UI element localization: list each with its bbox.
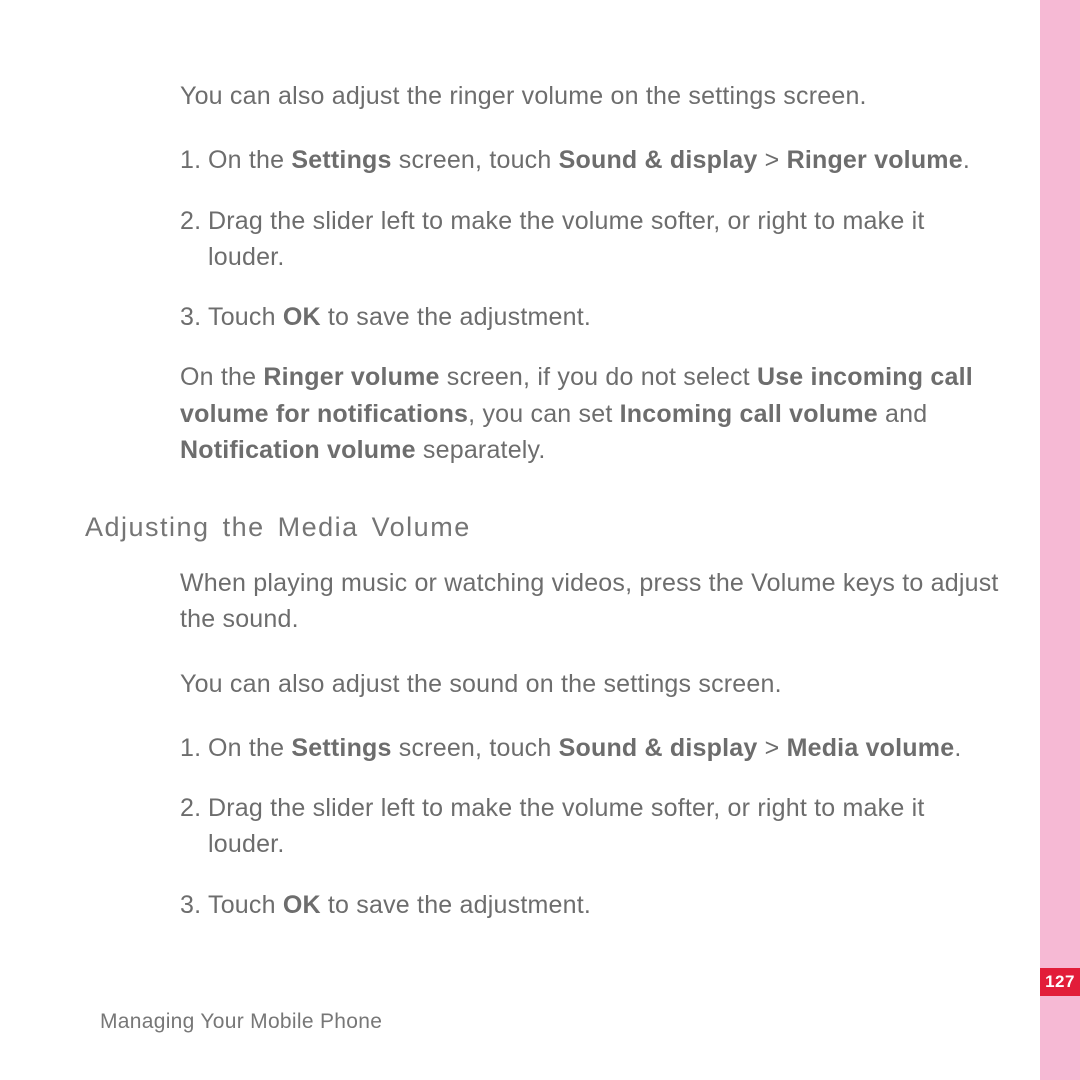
text: and (878, 400, 927, 428)
intro-paragraph-2: When playing music or watching videos, p… (180, 565, 1005, 638)
text: On the (208, 734, 291, 762)
page-content: You can also adjust the ringer volume on… (85, 78, 1005, 947)
footer-text: Managing Your Mobile Phone (100, 1010, 382, 1034)
step-b3: 3. Touch OK to save the adjustment. (180, 887, 1005, 923)
bold-sound-display: Sound & display (559, 734, 758, 762)
intro-paragraph-3: You can also adjust the sound on the set… (180, 666, 1005, 702)
step-number: 2. (180, 203, 208, 276)
step-number: 1. (180, 142, 208, 178)
text: , you can set (468, 400, 620, 428)
step-body: Drag the slider left to make the volume … (208, 203, 1005, 276)
bold-media-volume: Media volume (787, 734, 955, 762)
step-body: Touch OK to save the adjustment. (208, 887, 1005, 923)
step-number: 1. (180, 730, 208, 766)
step-number: 2. (180, 790, 208, 863)
step-a3: 3. Touch OK to save the adjustment. (180, 299, 1005, 335)
bold-ringer-volume: Ringer volume (787, 146, 963, 174)
step-body: On the Settings screen, touch Sound & di… (208, 142, 1005, 178)
step-body: On the Settings screen, touch Sound & di… (208, 730, 1005, 766)
step-number: 3. (180, 299, 208, 335)
bold-notification-volume: Notification volume (180, 436, 416, 464)
text: . (963, 146, 970, 174)
text: to save the adjustment. (321, 891, 591, 919)
text: > (757, 146, 786, 174)
text: screen, touch (392, 734, 559, 762)
step-body: Drag the slider left to make the volume … (208, 790, 1005, 863)
bold-sound-display: Sound & display (559, 146, 758, 174)
note-paragraph: On the Ringer volume screen, if you do n… (180, 359, 1005, 468)
text: to save the adjustment. (321, 303, 591, 331)
text: Touch (208, 891, 283, 919)
text: Touch (208, 303, 283, 331)
text: On the (208, 146, 291, 174)
intro-paragraph-1: You can also adjust the ringer volume on… (180, 78, 1005, 114)
step-number: 3. (180, 887, 208, 923)
page-number-badge: 127 (1040, 968, 1080, 996)
text: screen, touch (392, 146, 559, 174)
text: . (954, 734, 961, 762)
text: separately. (416, 436, 546, 464)
bold-ok: OK (283, 891, 321, 919)
step-a1: 1. On the Settings screen, touch Sound &… (180, 142, 1005, 178)
bold-ringer-volume: Ringer volume (263, 363, 439, 391)
step-b1: 1. On the Settings screen, touch Sound &… (180, 730, 1005, 766)
bold-settings: Settings (291, 734, 391, 762)
text: > (757, 734, 786, 762)
text: On the (180, 363, 263, 391)
step-a2: 2. Drag the slider left to make the volu… (180, 203, 1005, 276)
step-b2: 2. Drag the slider left to make the volu… (180, 790, 1005, 863)
bold-settings: Settings (291, 146, 391, 174)
bold-ok: OK (283, 303, 321, 331)
side-tab-strip (1040, 0, 1080, 1080)
section-heading-media-volume: Adjusting the Media Volume (85, 512, 1005, 543)
bold-incoming-call-volume: Incoming call volume (620, 400, 878, 428)
step-body: Touch OK to save the adjustment. (208, 299, 1005, 335)
text: screen, if you do not select (440, 363, 757, 391)
